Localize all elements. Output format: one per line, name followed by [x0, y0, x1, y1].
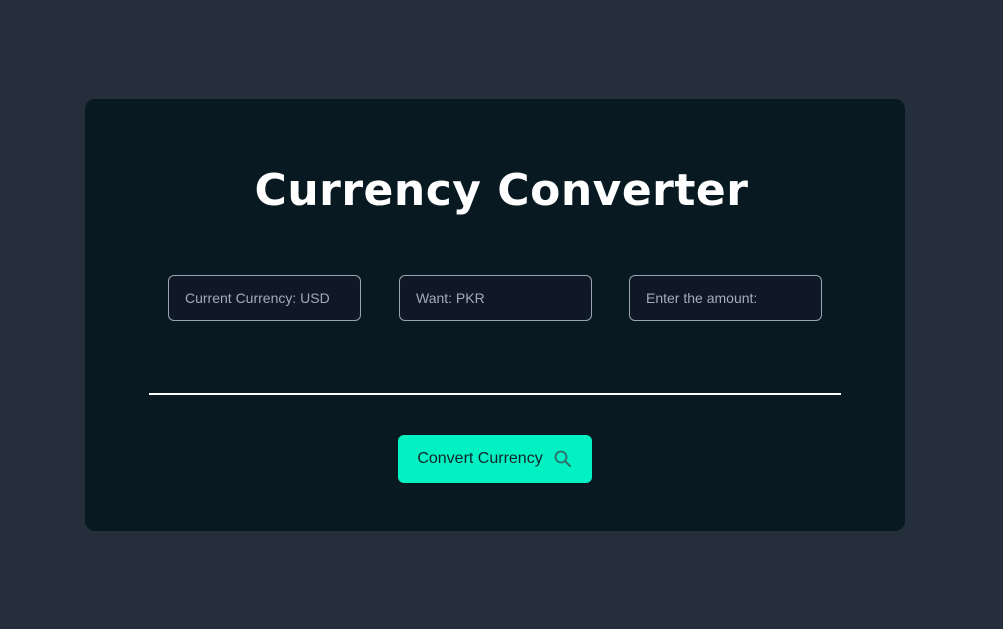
amount-input[interactable] — [629, 275, 822, 321]
result-divider — [149, 393, 841, 395]
convert-currency-button[interactable]: Convert Currency — [398, 435, 592, 483]
current-currency-input[interactable] — [168, 275, 361, 321]
page-title: Currency Converter — [254, 165, 749, 216]
target-currency-input[interactable] — [399, 275, 592, 321]
convert-button-label: Convert Currency — [417, 450, 543, 467]
search-icon — [553, 449, 573, 469]
